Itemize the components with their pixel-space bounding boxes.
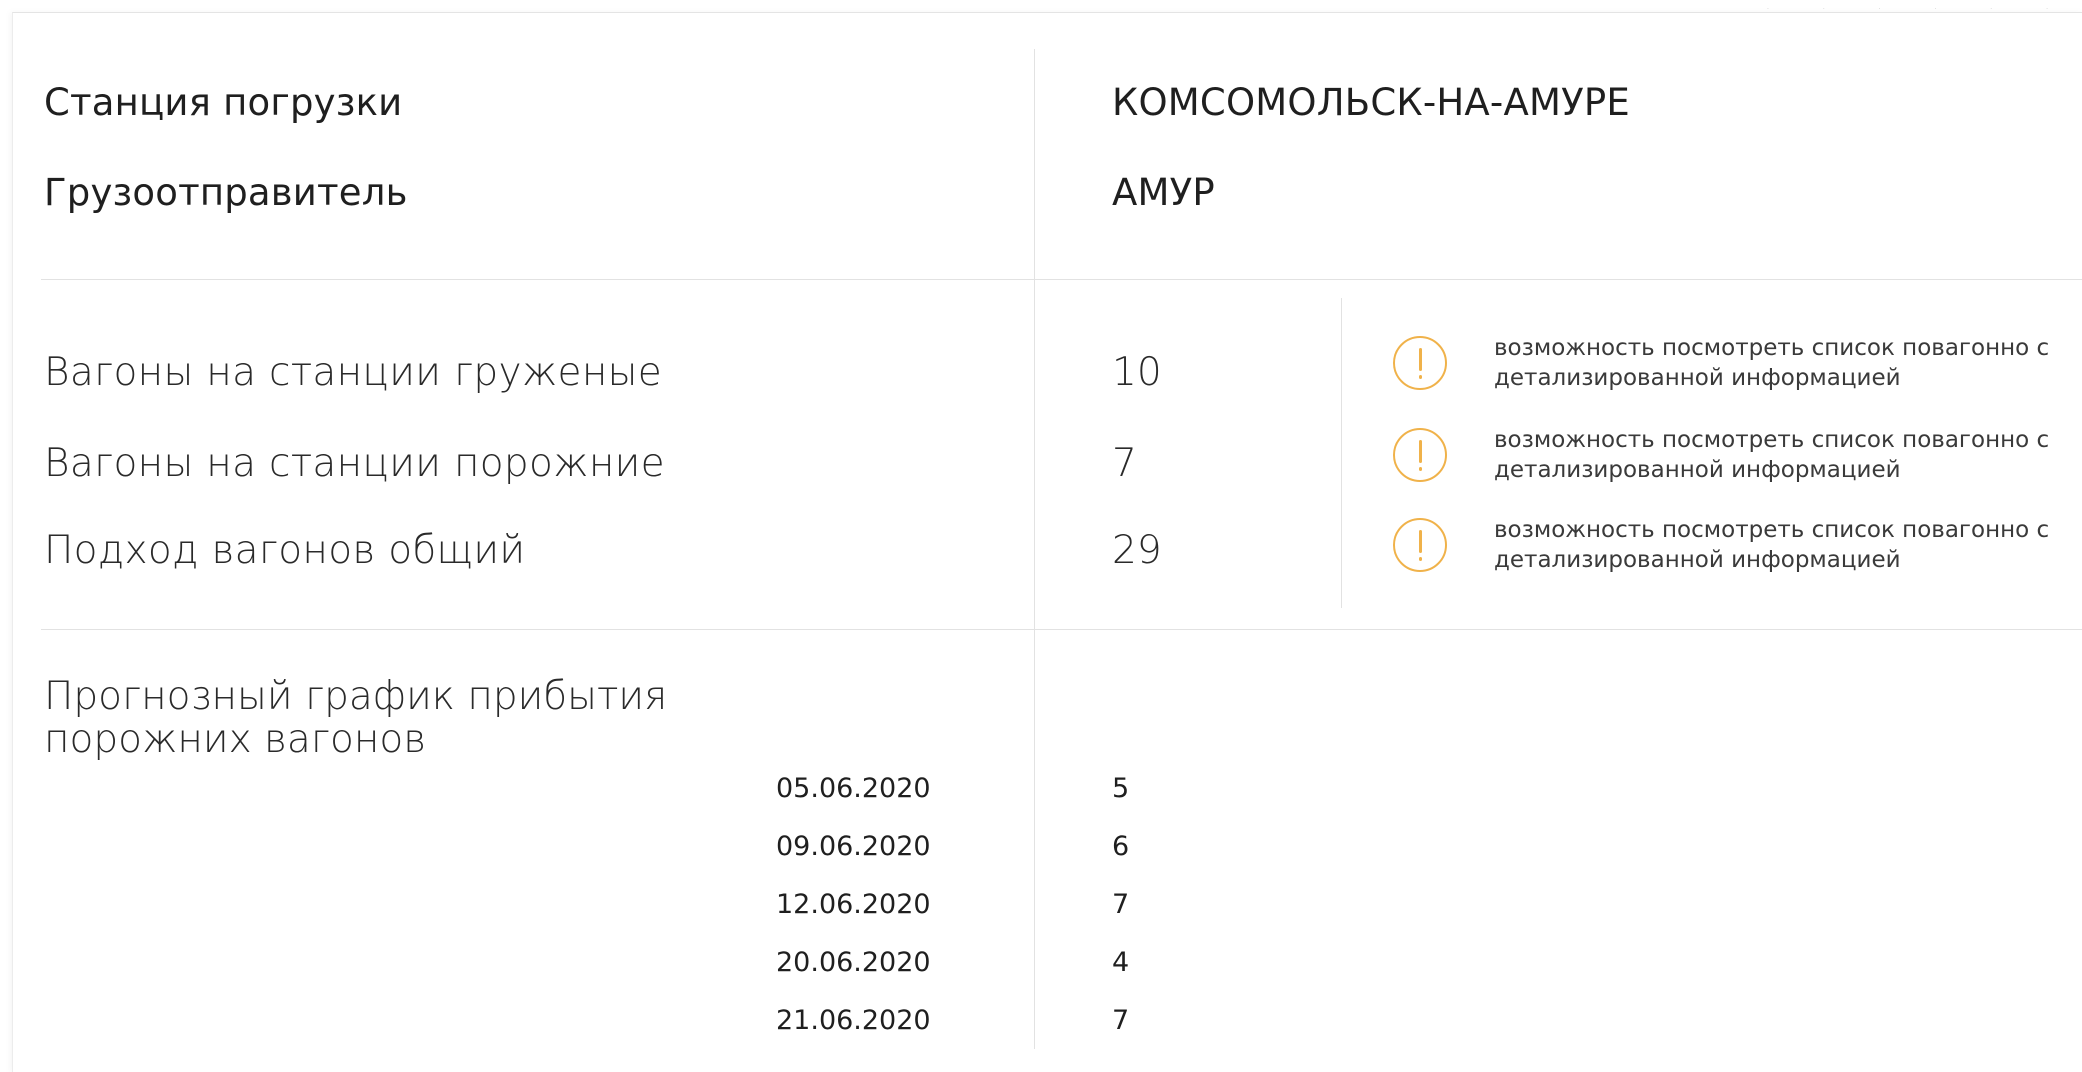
wagons-approach-hint: возможность посмотреть список повагонно … (1494, 517, 2050, 573)
corner-decoration: · · · · · · (1767, 6, 2074, 13)
forecast-date: 05.06.2020 (776, 773, 931, 804)
station-card: Станция погрузки КОМСОМОЛЬСК-НА-АМУРЕ Гр… (12, 12, 2082, 1072)
forecast-date: 09.06.2020 (776, 831, 931, 862)
wagons-empty-hint: возможность посмотреть список повагонно … (1494, 427, 2050, 483)
forecast-count: 7 (1112, 889, 1130, 920)
forecast-count: 6 (1112, 831, 1130, 862)
exclamation-circle-icon[interactable] (1393, 336, 1447, 390)
hint-column-divider (1341, 298, 1342, 608)
shipper-value: АМУР (1112, 171, 1215, 214)
shipper-label: Грузоотправитель (44, 171, 408, 214)
wagons-loaded-hint: возможность посмотреть список повагонно … (1494, 335, 2050, 391)
exclamation-circle-icon[interactable] (1393, 518, 1447, 572)
wagons-approach-value: 29 (1112, 528, 1162, 573)
forecast-count: 4 (1112, 947, 1130, 978)
forecast-count: 5 (1112, 773, 1130, 804)
wagons-loaded-label: Вагоны на станции груженые (44, 350, 663, 395)
wagons-approach-label: Подход вагонов общий (44, 528, 526, 573)
section-divider-middle (41, 629, 2082, 630)
column-divider (1034, 49, 1035, 1049)
section-divider-top (41, 279, 2082, 280)
wagons-loaded-value: 10 (1112, 350, 1162, 395)
loading-station-label: Станция погрузки (44, 81, 403, 124)
exclamation-circle-icon[interactable] (1393, 428, 1447, 482)
forecast-date: 20.06.2020 (776, 947, 931, 978)
wagons-empty-value: 7 (1112, 441, 1137, 486)
page: · · · · · · Станция погрузки КОМСОМОЛЬСК… (0, 0, 2082, 1072)
wagons-empty-label: Вагоны на станции порожние (44, 441, 665, 486)
forecast-title: Прогнозный график прибытия порожних ваго… (44, 674, 668, 762)
forecast-count: 7 (1112, 1005, 1130, 1036)
loading-station-value: КОМСОМОЛЬСК-НА-АМУРЕ (1112, 81, 1630, 124)
forecast-date: 21.06.2020 (776, 1005, 931, 1036)
forecast-date: 12.06.2020 (776, 889, 931, 920)
